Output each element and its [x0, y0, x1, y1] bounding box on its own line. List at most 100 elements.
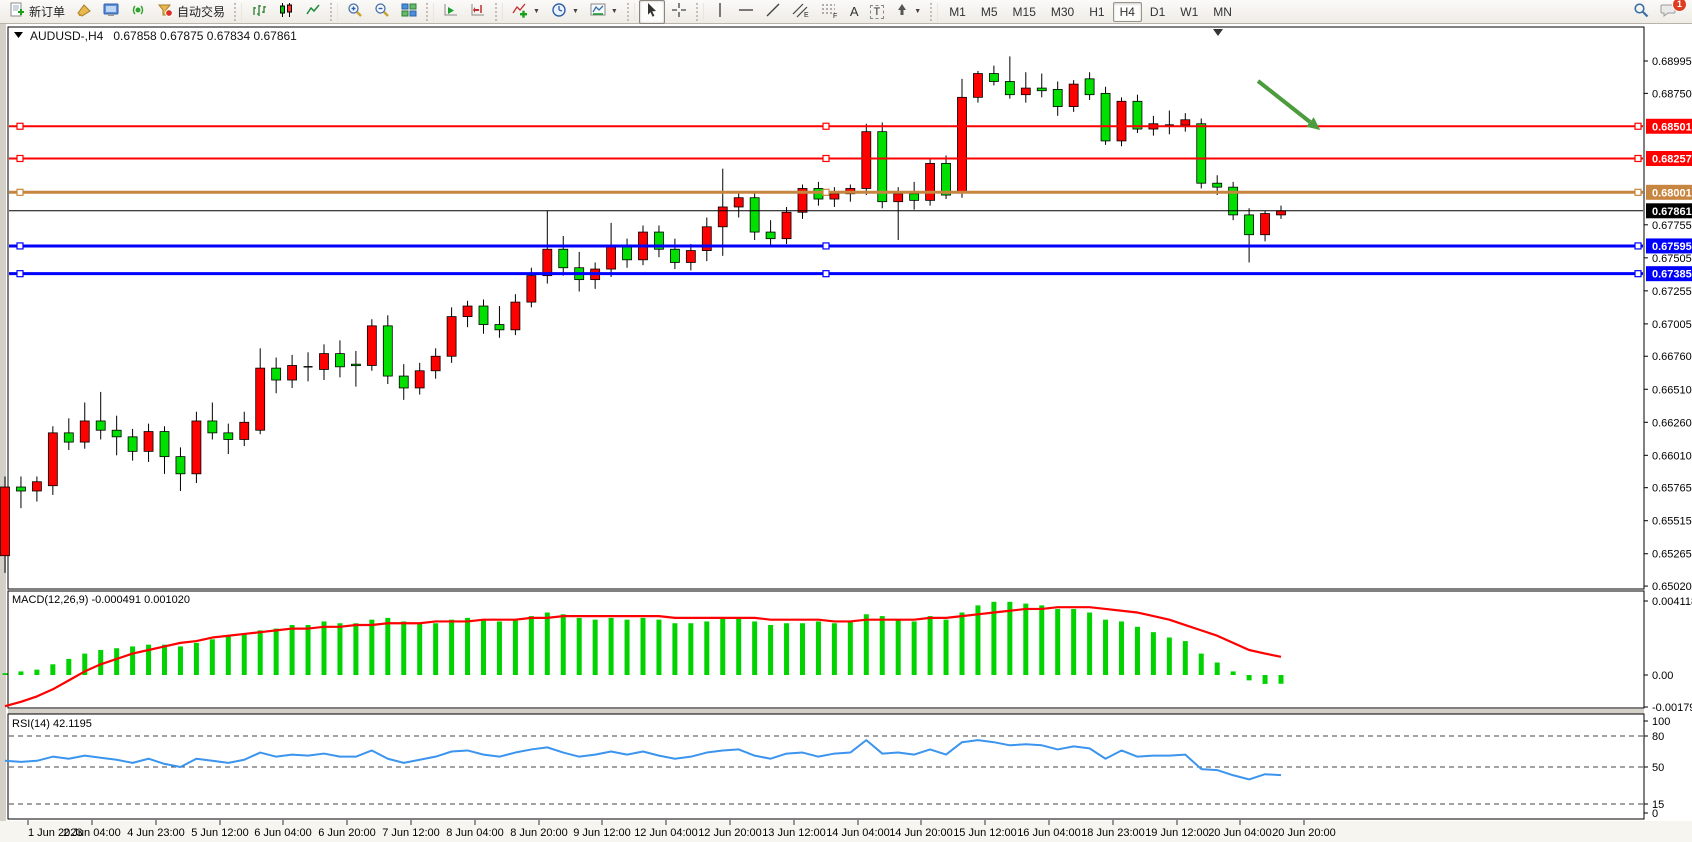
macd-histogram-bar [162, 645, 167, 675]
line-handle[interactable] [1635, 123, 1641, 129]
line-handle[interactable] [1635, 243, 1641, 249]
application-window: 新订单 自动交易 [0, 0, 1692, 842]
macd-histogram-bar [385, 618, 390, 675]
main-chart-panel[interactable] [8, 27, 1644, 589]
candle [80, 421, 89, 442]
chat-button[interactable]: 1 [1655, 0, 1682, 24]
timeframe-H1[interactable]: H1 [1082, 2, 1111, 22]
timeframe-M1[interactable]: M1 [942, 2, 973, 22]
equidistant-channel-tool-button[interactable]: E [787, 0, 815, 24]
crosshair-tool-button[interactable] [666, 0, 692, 24]
candle [96, 421, 105, 430]
zoom-out-button[interactable] [369, 0, 395, 24]
line-handle[interactable] [823, 189, 829, 195]
candle [527, 276, 536, 302]
line-chart-button[interactable] [300, 0, 326, 24]
candle [383, 326, 392, 376]
macd-panel[interactable] [8, 591, 1644, 708]
line-handle[interactable] [823, 243, 829, 249]
line-handle[interactable] [17, 243, 23, 249]
candle [1133, 101, 1142, 129]
templates-button[interactable]: ▼ [585, 0, 623, 24]
signals-button[interactable] [125, 0, 151, 24]
macd-histogram-bar [18, 671, 23, 675]
line-handle[interactable] [17, 189, 23, 195]
line-handle[interactable] [1635, 271, 1641, 277]
bar-chart-button[interactable] [246, 0, 272, 24]
line-handle[interactable] [1635, 189, 1641, 195]
trendline-tool-button[interactable] [760, 0, 786, 24]
market-watch-button[interactable] [98, 0, 124, 24]
timeframe-M5[interactable]: M5 [974, 2, 1005, 22]
vertical-line-tool-button[interactable] [708, 0, 732, 24]
candle [973, 74, 982, 98]
periods-button[interactable]: ▼ [546, 0, 584, 24]
price-axis-label: 0.66510 [1652, 384, 1692, 396]
line-handle[interactable] [823, 123, 829, 129]
trendline-icon [765, 2, 781, 21]
timeframe-W1[interactable]: W1 [1173, 2, 1205, 22]
price-axis-label: 0.67505 [1652, 253, 1692, 265]
candle [64, 433, 73, 442]
line-handle[interactable] [17, 155, 23, 161]
search-icon [1633, 2, 1649, 21]
candlestick-chart-button[interactable] [273, 0, 299, 24]
line-handle[interactable] [1635, 155, 1641, 161]
macd-histogram-bar [1151, 632, 1156, 675]
candle [910, 194, 919, 201]
line-handle[interactable] [823, 271, 829, 277]
chat-unread-badge: 1 [1672, 0, 1687, 12]
candle [1005, 81, 1014, 94]
time-axis-label: 13 Jun 12:00 [762, 827, 826, 839]
macd-histogram-bar [1247, 675, 1252, 680]
macd-histogram-bar [34, 670, 39, 675]
candle [543, 249, 552, 275]
rsi-axis-label: 50 [1652, 762, 1664, 774]
line-handle[interactable] [17, 123, 23, 129]
timeframe-M15[interactable]: M15 [1006, 2, 1043, 22]
time-axis-label: 15 Jun 12:00 [953, 827, 1017, 839]
zoom-in-button[interactable] [342, 0, 368, 24]
candle [176, 457, 185, 474]
timeframe-MN[interactable]: MN [1206, 2, 1239, 22]
line-handle[interactable] [823, 155, 829, 161]
macd-histogram-bar [752, 621, 757, 675]
candle [1021, 88, 1030, 95]
macd-histogram-bar [1087, 613, 1092, 675]
time-axis-label: 4 Jun 23:00 [127, 827, 185, 839]
arrows-tool-button[interactable]: ▼ [890, 0, 926, 24]
search-button[interactable] [1628, 0, 1654, 24]
candle [750, 198, 759, 232]
time-axis-label: 6 Jun 04:00 [254, 827, 312, 839]
candle [830, 194, 839, 199]
candle [415, 371, 424, 388]
cursor-tool-button[interactable] [639, 0, 665, 24]
macd-histogram-bar [848, 621, 853, 675]
panel-divider[interactable] [8, 709, 1644, 714]
candle [112, 430, 121, 437]
price-line-label-text: 0.68501 [1652, 121, 1692, 133]
auto-scroll-button[interactable] [438, 0, 464, 24]
macd-histogram-bar [529, 616, 534, 675]
metaeditor-button[interactable] [71, 0, 97, 24]
candle [1261, 214, 1270, 235]
autotrading-button[interactable]: 自动交易 [152, 0, 230, 24]
horizontal-line-tool-button[interactable] [733, 0, 759, 24]
fibonacci-tool-button[interactable]: F [816, 0, 844, 24]
macd-histogram-bar [912, 621, 917, 675]
chart-canvas[interactable]: 0.689950.687500.677550.675050.672550.670… [0, 24, 1692, 842]
vertical-line-icon [713, 2, 727, 21]
candle [1277, 211, 1286, 215]
chart-shift-button[interactable] [465, 0, 491, 24]
timeframe-D1[interactable]: D1 [1143, 2, 1172, 22]
timeframe-M30[interactable]: M30 [1044, 2, 1081, 22]
indicators-button[interactable]: ▼ [507, 0, 545, 24]
timeframe-H4[interactable]: H4 [1113, 2, 1142, 22]
new-order-button[interactable]: 新订单 [4, 0, 70, 24]
text-tool-button[interactable]: A [845, 0, 864, 24]
tile-windows-button[interactable] [396, 0, 422, 24]
line-handle[interactable] [17, 271, 23, 277]
price-line-label-text: 0.68257 [1652, 153, 1692, 165]
macd-histogram-bar [66, 659, 71, 675]
label-tool-button[interactable]: T [865, 0, 890, 24]
